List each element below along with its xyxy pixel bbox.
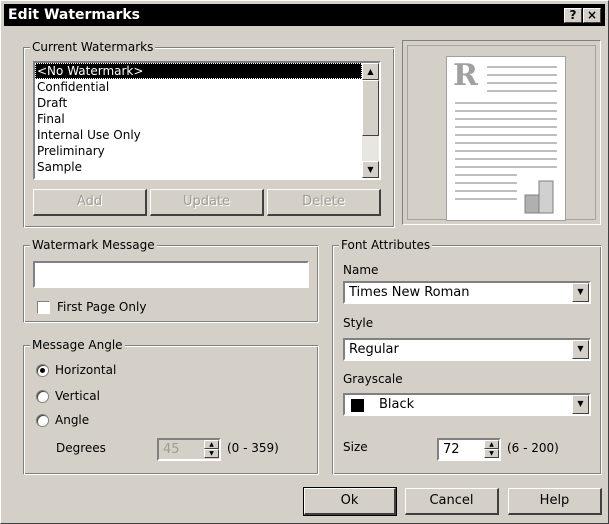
- delete-button[interactable]: Delete: [267, 189, 381, 216]
- window-title: Edit Watermarks: [8, 7, 141, 23]
- chevron-down-icon[interactable]: ▼: [572, 395, 589, 414]
- font-style-dropdown[interactable]: Regular ▼: [343, 338, 591, 361]
- chevron-down-icon[interactable]: ▼: [572, 283, 589, 302]
- size-value: 72: [443, 442, 460, 457]
- first-page-only-label: First Page Only: [57, 300, 147, 314]
- vertical-label: Vertical: [55, 389, 100, 403]
- size-spinner[interactable]: 72 ▲ ▼: [437, 438, 501, 461]
- message-angle-legend: Message Angle: [30, 338, 125, 352]
- close-button[interactable]: ×: [583, 8, 601, 23]
- list-item[interactable]: Internal Use Only: [35, 127, 362, 143]
- degrees-spinner[interactable]: 45 ▲ ▼: [157, 438, 221, 461]
- size-range: (6 - 200): [507, 441, 559, 455]
- scroll-up-arrow-icon[interactable]: ▲: [362, 63, 379, 80]
- vertical-radio[interactable]: [36, 390, 49, 403]
- listbox-scrollbar[interactable]: ▲ ▼: [362, 63, 379, 178]
- list-item[interactable]: Sample: [35, 159, 362, 175]
- font-name-label: Name: [343, 263, 379, 277]
- horizontal-label: Horizontal: [55, 363, 117, 377]
- preview-page: R: [446, 56, 566, 221]
- grayscale-label: Grayscale: [343, 372, 403, 386]
- degrees-range: (0 - 359): [227, 441, 279, 455]
- watermark-message-legend: Watermark Message: [30, 238, 157, 252]
- add-button[interactable]: Add: [33, 189, 147, 216]
- scroll-thumb[interactable]: [362, 80, 379, 136]
- list-item[interactable]: Draft: [35, 95, 362, 111]
- spin-down-icon[interactable]: ▼: [204, 449, 219, 458]
- watermark-preview: R: [402, 40, 601, 225]
- update-button[interactable]: Update: [150, 189, 264, 216]
- scroll-down-arrow-icon[interactable]: ▼: [362, 161, 379, 178]
- grayscale-swatch: [351, 399, 364, 412]
- font-name-value: Times New Roman: [349, 285, 470, 300]
- horizontal-radio[interactable]: [36, 364, 49, 377]
- list-item[interactable]: Preliminary: [35, 143, 362, 159]
- size-label: Size: [343, 440, 368, 454]
- watermarks-listbox[interactable]: <No Watermark> Confidential Draft Final Inte…: [33, 61, 381, 180]
- chevron-down-icon[interactable]: ▼: [572, 340, 589, 359]
- current-watermarks-legend: Current Watermarks: [30, 40, 156, 54]
- preview-text-lines-icon: [455, 66, 557, 214]
- font-style-value: Regular: [349, 342, 399, 357]
- ok-button[interactable]: Ok: [303, 487, 397, 516]
- spin-up-icon[interactable]: ▲: [484, 440, 499, 449]
- list-item[interactable]: Final: [35, 111, 362, 127]
- list-item[interactable]: <No Watermark>: [35, 63, 362, 79]
- font-name-dropdown[interactable]: Times New Roman ▼: [343, 281, 591, 304]
- angle-label: Angle: [55, 413, 90, 427]
- cancel-button[interactable]: Cancel: [405, 488, 499, 515]
- grayscale-dropdown[interactable]: Black ▼: [343, 393, 591, 416]
- first-page-only-checkbox[interactable]: [37, 301, 50, 314]
- degrees-value: 45: [163, 442, 180, 457]
- grayscale-value: Black: [379, 397, 415, 412]
- help-title-button[interactable]: ?: [564, 8, 582, 23]
- spin-up-icon[interactable]: ▲: [204, 440, 219, 449]
- spin-down-icon[interactable]: ▼: [484, 449, 499, 458]
- watermark-message-input[interactable]: [33, 261, 309, 288]
- list-item[interactable]: Confidential: [35, 79, 362, 95]
- help-button[interactable]: Help: [508, 488, 602, 515]
- angle-radio[interactable]: [36, 414, 49, 427]
- font-attributes-legend: Font Attributes: [339, 238, 433, 252]
- edit-watermarks-dialog: Edit Watermarks ? × Current Watermarks <…: [0, 0, 609, 524]
- font-style-label: Style: [343, 316, 374, 330]
- degrees-label: Degrees: [56, 441, 106, 455]
- title-bar: Edit Watermarks ? ×: [4, 4, 605, 26]
